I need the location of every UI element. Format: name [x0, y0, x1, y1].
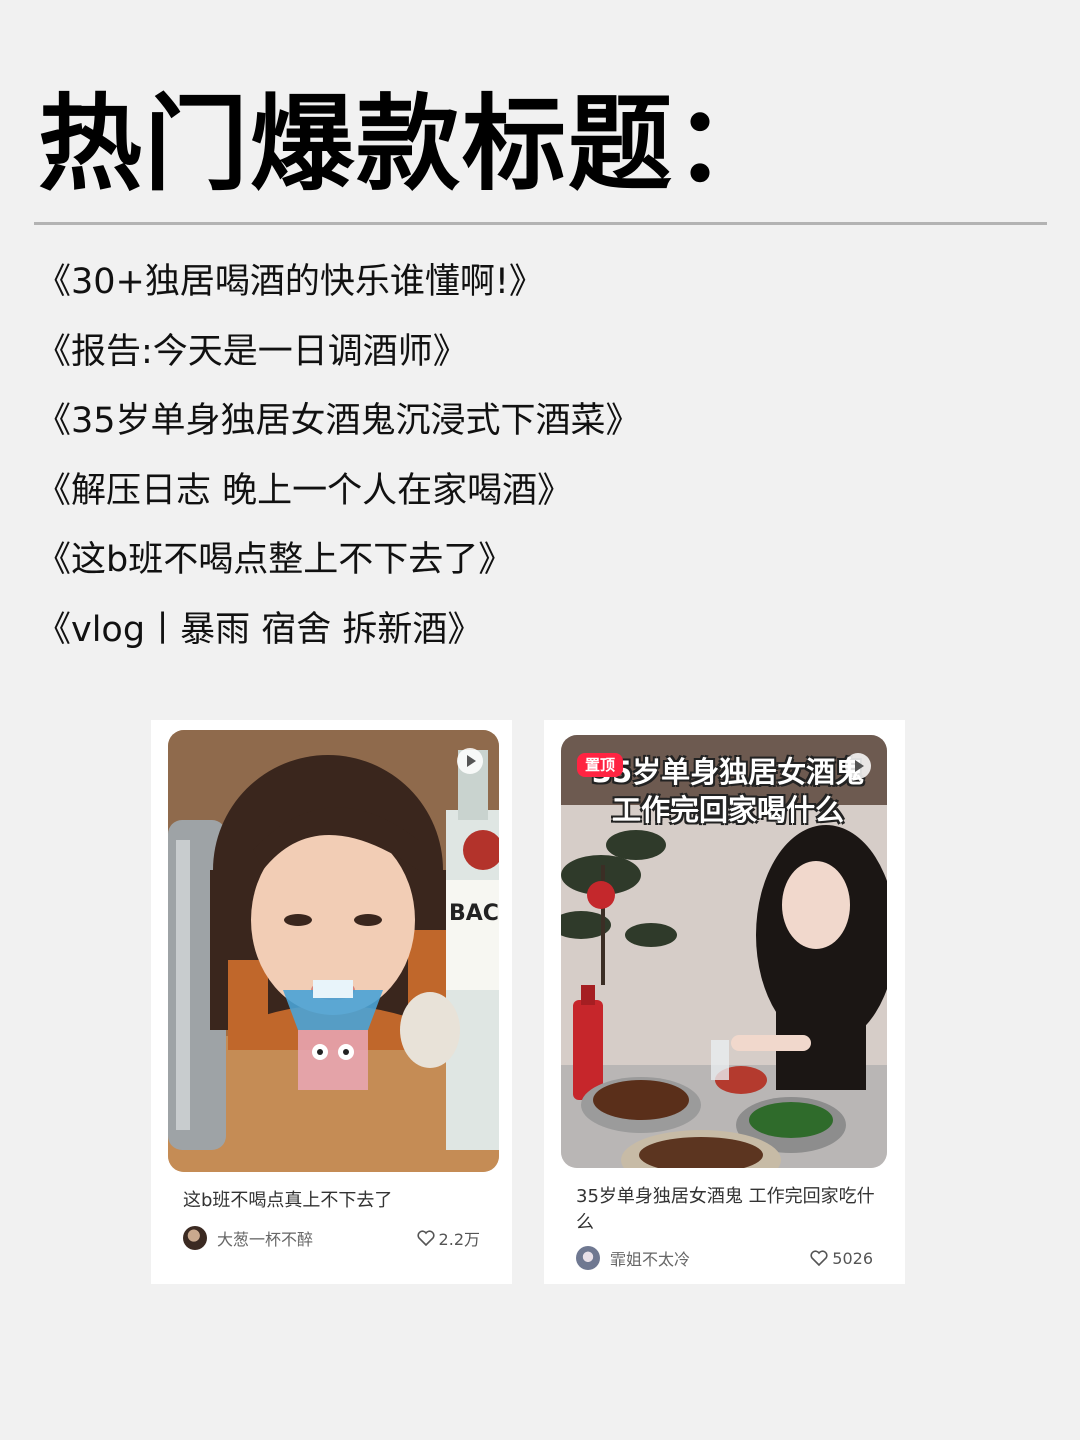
- title-item: 《vlog丨暴雨 宿舍 拆新酒》: [36, 609, 483, 650]
- author-row: 霏姐不太冷 5026: [576, 1245, 873, 1271]
- title-item: 《35岁单身独居女酒鬼沉浸式下酒菜》: [36, 401, 641, 441]
- title-list: 《30+独居喝酒的快乐谁懂啊!》 《报告:今天是一日调酒师》 《35岁单身独居女…: [36, 248, 641, 665]
- page-title: 热门爆款标题：: [38, 83, 781, 205]
- title-item: 《30+独居喝酒的快乐谁懂啊!》: [36, 262, 544, 302]
- avatar[interactable]: [576, 1246, 600, 1270]
- avatar[interactable]: [183, 1226, 207, 1250]
- heart-icon[interactable]: [810, 1250, 828, 1266]
- note-thumbnail[interactable]: BACA: [168, 730, 499, 1172]
- pinned-badge: 置顶: [577, 753, 624, 777]
- bottle-label: BACA: [449, 901, 499, 926]
- like-count: 5026: [832, 1248, 873, 1268]
- title-item: 《报告:今天是一日调酒师》: [36, 331, 468, 372]
- note-card[interactable]: BACA 这b班不喝点真上不下去了 大葱一杯不醉 2.2万: [151, 720, 512, 1284]
- author-name[interactable]: 大葱一杯不醉: [217, 1226, 417, 1250]
- card-title[interactable]: 这b班不喝点真上不下去了: [183, 1188, 483, 1214]
- divider: [34, 222, 1047, 225]
- author-row: 大葱一杯不醉 2.2万: [183, 1225, 480, 1251]
- play-icon: [845, 753, 871, 779]
- like-count: 2.2万: [438, 1230, 480, 1249]
- thumbnail-image: BACA: [168, 730, 499, 1172]
- thumbnail-overlay-text: 35岁单身独居女酒鬼 工作完回家喝什么: [591, 755, 865, 827]
- note-card[interactable]: 35岁单身独居女酒鬼 工作完回家喝什么 置顶 35岁单身独居女酒鬼 工作完回家吃…: [544, 720, 905, 1284]
- card-title[interactable]: 35岁单身独居女酒鬼 工作完回家吃什么: [576, 1184, 876, 1236]
- note-thumbnail[interactable]: 35岁单身独居女酒鬼 工作完回家喝什么 置顶: [561, 735, 887, 1168]
- play-icon: [457, 748, 483, 774]
- title-item: 《这b班不喝点整上不下去了》: [36, 540, 514, 580]
- author-name[interactable]: 霏姐不太冷: [610, 1246, 810, 1270]
- heart-icon[interactable]: [417, 1230, 435, 1246]
- title-item: 《解压日志 晚上一个人在家喝酒》: [36, 470, 573, 511]
